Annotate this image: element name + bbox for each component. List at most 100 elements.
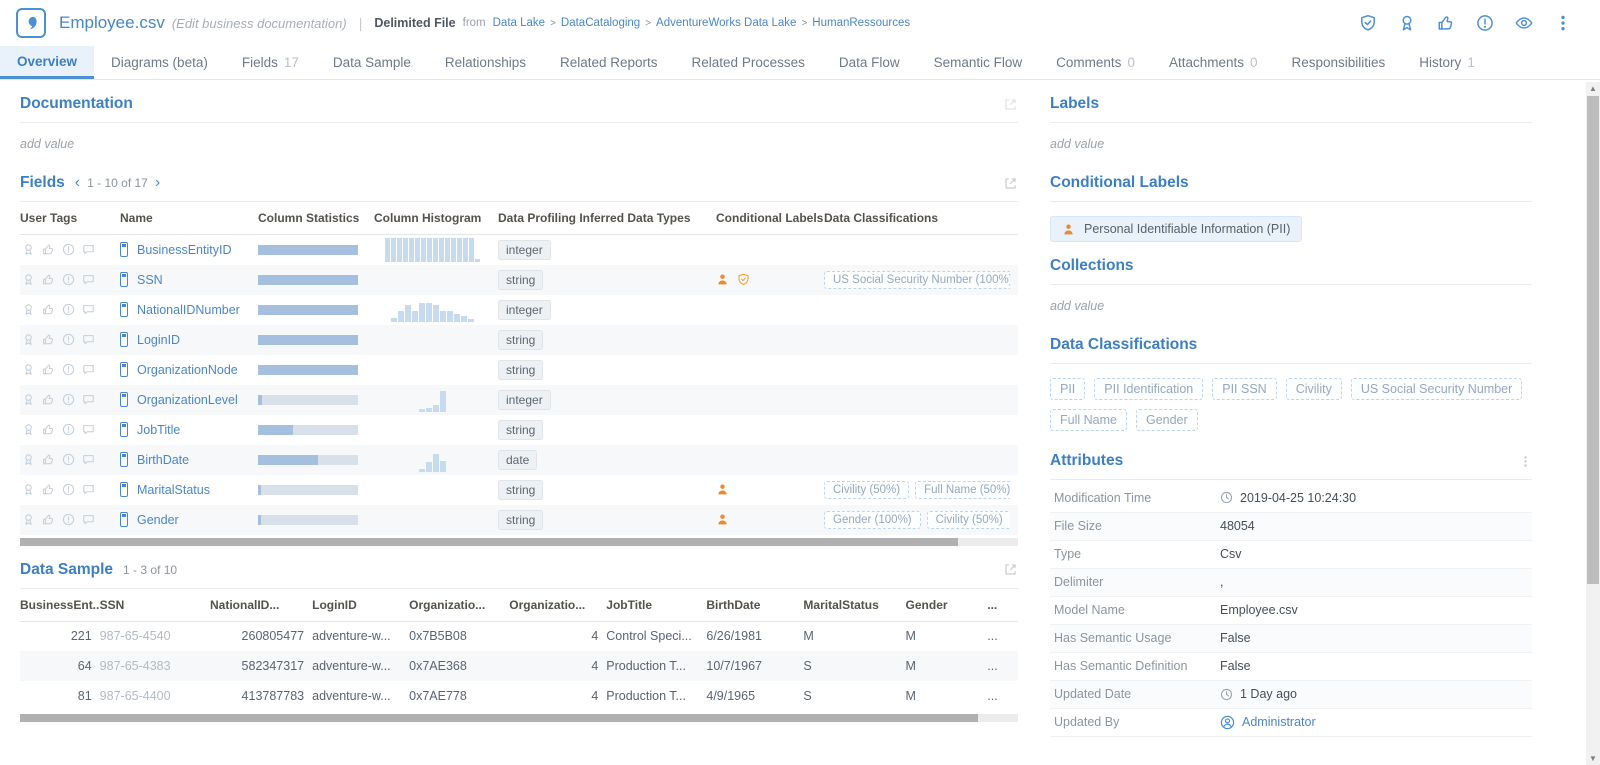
alert-circle-icon[interactable] (62, 243, 75, 256)
comment-icon[interactable] (82, 393, 95, 406)
scroll-up-icon[interactable]: ▲ (1586, 84, 1600, 93)
h-scrollbar-thumb[interactable] (20, 538, 958, 546)
breadcrumb-link-adventureworks-data-lake[interactable]: AdventureWorks Data Lake (656, 17, 796, 29)
classification-tag-us-social-security-number[interactable]: US Social Security Number (1351, 378, 1522, 400)
award-icon[interactable] (22, 483, 35, 496)
award-icon[interactable] (22, 363, 35, 376)
tab-semantic-flow[interactable]: Semantic Flow (917, 46, 1040, 79)
conditional-label-badge[interactable]: Personal Identifiable Information (PII) (1050, 216, 1302, 242)
scroll-down-icon[interactable]: ▼ (1586, 754, 1600, 763)
field-name-link[interactable]: MaritalStatus (120, 482, 250, 497)
thumbs-up-icon[interactable] (42, 303, 55, 316)
alert-circle-icon[interactable] (62, 273, 75, 286)
comment-icon[interactable] (82, 273, 95, 286)
alert-circle-icon[interactable] (62, 333, 75, 346)
eye-icon[interactable] (1515, 14, 1533, 32)
thumbs-up-icon[interactable] (42, 423, 55, 436)
kebab-menu-icon[interactable] (1554, 14, 1572, 32)
field-name-link[interactable]: NationalIDNumber (120, 302, 250, 317)
comment-icon[interactable] (82, 303, 95, 316)
classification-tag-full-name[interactable]: Full Name (1050, 409, 1127, 431)
tab-attachments[interactable]: Attachments0 (1152, 46, 1275, 79)
alert-circle-icon[interactable] (62, 423, 75, 436)
thumbs-up-icon[interactable] (1437, 14, 1455, 32)
thumbs-up-icon[interactable] (42, 483, 55, 496)
alert-circle-icon[interactable] (1476, 14, 1494, 32)
tab-related-processes[interactable]: Related Processes (675, 46, 822, 79)
field-name-link[interactable]: OrganizationNode (120, 362, 250, 377)
thumbs-up-icon[interactable] (42, 243, 55, 256)
alert-circle-icon[interactable] (62, 393, 75, 406)
documentation-placeholder[interactable]: add value (20, 123, 1018, 159)
tab-overview[interactable]: Overview (0, 46, 94, 79)
labels-placeholder[interactable]: add value (1050, 123, 1532, 159)
next-page-icon[interactable]: › (155, 175, 160, 191)
award-icon[interactable] (22, 273, 35, 286)
tab-fields[interactable]: Fields17 (225, 46, 316, 79)
expand-data-sample-icon[interactable] (1003, 562, 1018, 577)
field-name-link[interactable]: BirthDate (120, 452, 250, 467)
comment-icon[interactable] (82, 363, 95, 376)
tab-diagrams-beta[interactable]: Diagrams (beta) (94, 46, 225, 79)
award-icon[interactable] (22, 303, 35, 316)
expand-fields-icon[interactable] (1003, 176, 1018, 191)
classification-tag-pii-ssn[interactable]: PII SSN (1212, 378, 1276, 400)
award-icon[interactable] (22, 513, 35, 526)
page-v-scrollbar[interactable]: ▲ ▼ (1586, 82, 1600, 765)
classification-badge[interactable]: Gender (100%) (824, 511, 921, 529)
thumbs-up-icon[interactable] (42, 333, 55, 346)
tab-responsibilities[interactable]: Responsibilities (1275, 46, 1403, 79)
thumbs-up-icon[interactable] (42, 273, 55, 286)
tab-data-flow[interactable]: Data Flow (822, 46, 917, 79)
tab-data-sample[interactable]: Data Sample (316, 46, 428, 79)
comment-icon[interactable] (82, 243, 95, 256)
award-icon[interactable] (22, 453, 35, 466)
alert-circle-icon[interactable] (62, 483, 75, 496)
breadcrumb-link-datacataloging[interactable]: DataCataloging (561, 17, 640, 29)
classification-badge[interactable]: Full Name (50%) (915, 481, 1010, 499)
shield-check-icon[interactable] (1359, 14, 1377, 32)
breadcrumb-link-data-lake[interactable]: Data Lake (493, 17, 545, 29)
classification-badge[interactable]: Civility (50%) (927, 511, 1010, 529)
award-icon[interactable] (22, 393, 35, 406)
field-name-link[interactable]: Gender (120, 512, 250, 527)
award-icon[interactable] (22, 333, 35, 346)
h-scrollbar-thumb[interactable] (20, 714, 978, 722)
updated-by-link[interactable]: Administrator (1242, 715, 1316, 729)
previous-page-icon[interactable]: ‹ (75, 175, 80, 191)
thumbs-up-icon[interactable] (42, 453, 55, 466)
alert-circle-icon[interactable] (62, 303, 75, 316)
alert-circle-icon[interactable] (62, 513, 75, 526)
classification-badge[interactable]: US Social Security Number (100%) (824, 271, 1010, 289)
v-scrollbar-thumb[interactable] (1587, 96, 1599, 584)
tab-comments[interactable]: Comments0 (1039, 46, 1152, 79)
award-icon[interactable] (1398, 14, 1416, 32)
alert-circle-icon[interactable] (62, 453, 75, 466)
thumbs-up-icon[interactable] (42, 513, 55, 526)
tab-related-reports[interactable]: Related Reports (543, 46, 675, 79)
field-name-link[interactable]: LoginID (120, 332, 250, 347)
award-icon[interactable] (22, 423, 35, 436)
comment-icon[interactable] (82, 423, 95, 436)
thumbs-up-icon[interactable] (42, 393, 55, 406)
field-name-link[interactable]: OrganizationLevel (120, 392, 250, 407)
collections-placeholder[interactable]: add value (1050, 285, 1532, 321)
expand-documentation-icon[interactable] (1003, 97, 1018, 112)
classification-badge[interactable]: Civility (50%) (824, 481, 909, 499)
classification-tag-gender[interactable]: Gender (1136, 409, 1198, 431)
kebab-menu-icon[interactable] (1519, 455, 1532, 468)
classification-tag-civility[interactable]: Civility (1286, 378, 1342, 400)
field-name-link[interactable]: SSN (120, 272, 250, 287)
classification-tag-pii-identification[interactable]: PII Identification (1094, 378, 1203, 400)
thumbs-up-icon[interactable] (42, 363, 55, 376)
comment-icon[interactable] (82, 333, 95, 346)
tab-relationships[interactable]: Relationships (428, 46, 543, 79)
comment-icon[interactable] (82, 513, 95, 526)
alert-circle-icon[interactable] (62, 363, 75, 376)
comment-icon[interactable] (82, 453, 95, 466)
award-icon[interactable] (22, 243, 35, 256)
field-name-link[interactable]: JobTitle (120, 422, 250, 437)
classification-tag-pii[interactable]: PII (1050, 378, 1085, 400)
comment-icon[interactable] (82, 483, 95, 496)
edit-documentation-link[interactable]: (Edit business documentation) (172, 16, 347, 31)
